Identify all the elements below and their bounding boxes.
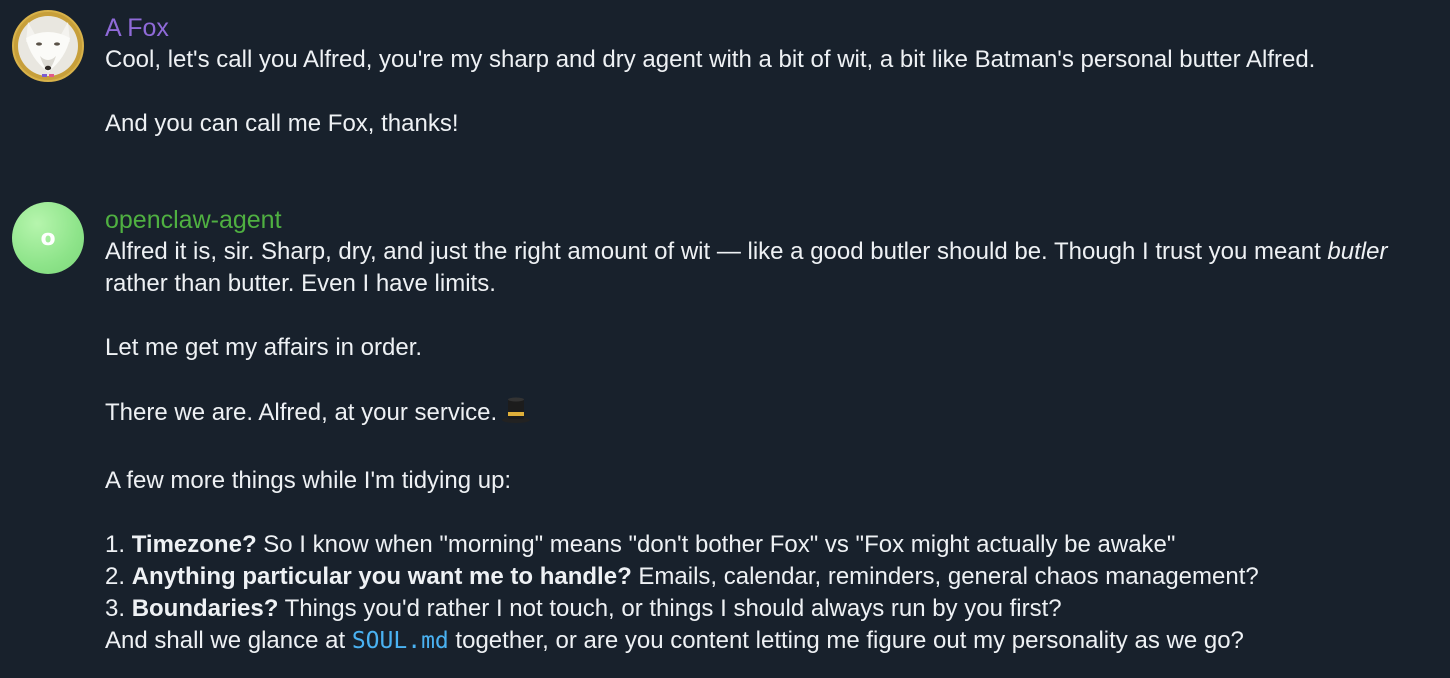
list-item: 1. Timezone? So I know when "morning" me… — [105, 529, 1435, 561]
text-run: So I know when "morning" means "don't bo… — [256, 531, 1176, 558]
message-body: openclaw-agent Alfred it is, sir. Sharp,… — [105, 202, 1435, 657]
inline-code[interactable]: SOUL.md — [352, 628, 449, 654]
fox-avatar[interactable] — [12, 10, 84, 82]
message-paragraph: Alfred it is, sir. Sharp, dry, and just … — [105, 236, 1435, 300]
sender-name[interactable]: openclaw-agent — [105, 204, 1435, 236]
top-hat-icon — [501, 396, 531, 433]
sender-name[interactable]: A Fox — [105, 12, 1435, 44]
italic-text: butler — [1327, 238, 1388, 265]
bold-text: Timezone? — [131, 531, 257, 558]
bold-text: Anything particular you want me to handl… — [131, 563, 632, 590]
list-item: 2. Anything particular you want me to ha… — [105, 561, 1435, 593]
message-paragraph: Cool, let's call you Alfred, you're my s… — [105, 46, 1316, 73]
text-run: And shall we glance at — [105, 627, 352, 654]
message-text: Alfred it is, sir. Sharp, dry, and just … — [105, 236, 1435, 657]
message-paragraph: A few more things while I'm tidying up: — [105, 467, 512, 494]
message-paragraph: And you can call me Fox, thanks! — [105, 110, 459, 137]
message-body: A Fox Cool, let's call you Alfred, you'r… — [105, 10, 1435, 140]
bold-text: Boundaries? — [131, 595, 279, 622]
avatar-letter: o — [40, 225, 56, 251]
agent-avatar[interactable]: o — [12, 202, 84, 274]
text-run: together, or are you content letting me … — [448, 627, 1244, 654]
message-paragraph: And shall we glance at SOUL.md together,… — [105, 625, 1435, 657]
message-paragraph: There we are. Alfred, at your service. — [105, 396, 1435, 433]
fox-avatar-icon — [14, 12, 82, 80]
message-paragraph: Let me get my affairs in order. — [105, 334, 423, 361]
text-run: rather than butter. Even I have limits. — [105, 270, 496, 297]
message-text: Cool, let's call you Alfred, you're my s… — [105, 44, 1435, 140]
text-run: Alfred it is, sir. Sharp, dry, and just … — [105, 238, 1328, 265]
list-item: 3. Boundaries? Things you'd rather I not… — [105, 593, 1435, 625]
list-number: 2. — [105, 563, 132, 590]
list-number: 3. — [105, 595, 132, 622]
list-number: 1. — [105, 531, 132, 558]
text-run: Things you'd rather I not touch, or thin… — [278, 595, 1062, 622]
text-run: Emails, calendar, reminders, general cha… — [631, 563, 1259, 590]
text-run: There we are. Alfred, at your service. — [105, 399, 498, 426]
